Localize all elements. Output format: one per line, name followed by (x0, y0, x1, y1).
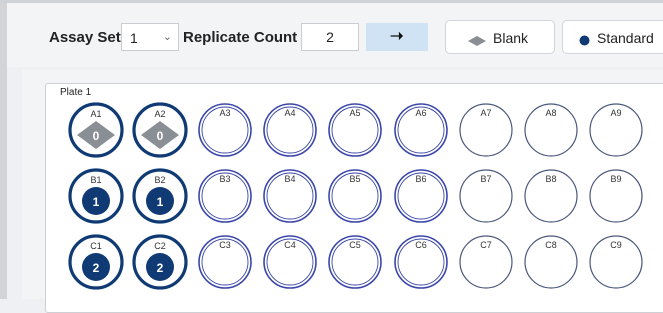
well-label: C7 (480, 240, 492, 250)
well-label: B3 (219, 174, 230, 184)
replicate-count-label: Replicate Count (183, 29, 298, 46)
well-value: 2 (157, 261, 164, 275)
assay-set-value: 1 (130, 30, 138, 46)
standard-label: Standard (597, 30, 654, 46)
well-c2[interactable]: C2 2 (132, 234, 188, 290)
well-label: A3 (219, 108, 230, 118)
well-value: 0 (157, 129, 164, 143)
well-label: C1 (90, 241, 102, 251)
well-value: 0 (93, 129, 100, 143)
chevron-down-icon: ⌄ (162, 31, 172, 43)
assay-set-select[interactable]: 1 ⌄ (121, 23, 179, 51)
well-label: C4 (284, 240, 296, 250)
well-label: A6 (415, 108, 426, 118)
well-label: B8 (545, 174, 556, 184)
well-label: B9 (610, 174, 621, 184)
well-value: 1 (93, 195, 100, 209)
window-frame-left (0, 0, 7, 299)
blank-label: Blank (493, 30, 529, 46)
well-label: C6 (415, 240, 427, 250)
well-a1[interactable]: A1 0 (68, 102, 124, 158)
well-label: A5 (349, 108, 360, 118)
replicate-count-input[interactable] (301, 23, 359, 51)
well-label: A8 (545, 108, 556, 118)
assay-set-label: Assay Set (49, 29, 121, 46)
well-label: B7 (480, 174, 491, 184)
well-label: C9 (610, 240, 622, 250)
well-label: B2 (154, 175, 165, 185)
right-arrow-icon: ➝ (390, 28, 404, 45)
well-label: A9 (610, 108, 621, 118)
standard-button[interactable]: Standard (562, 20, 663, 54)
well-a2[interactable]: A2 0 (132, 102, 188, 158)
well-label: A2 (154, 109, 165, 119)
well-b1[interactable]: B1 1 (68, 168, 124, 224)
well-label: B4 (284, 174, 295, 184)
well-b2[interactable]: B2 1 (132, 168, 188, 224)
blank-button[interactable]: Blank (445, 20, 555, 54)
well-label: C3 (219, 240, 231, 250)
well-label: A7 (480, 108, 491, 118)
well-label: B6 (415, 174, 426, 184)
well-value: 1 (157, 195, 164, 209)
circle-icon (579, 33, 590, 51)
well-label: A1 (90, 109, 101, 119)
well-label: C5 (349, 240, 361, 250)
well-label: C8 (545, 240, 557, 250)
well-c1[interactable]: C1 2 (68, 234, 124, 290)
well-label: C2 (154, 241, 166, 251)
diamond-icon (468, 33, 486, 51)
well-label: A4 (284, 108, 295, 118)
toolbar: Assay Set 1 ⌄ Replicate Count ➝ Blank St… (7, 3, 663, 67)
well-label: B1 (90, 175, 101, 185)
plate-title: Plate 1 (60, 87, 92, 98)
well-value: 2 (93, 261, 100, 275)
apply-replicates-button[interactable]: ➝ (366, 23, 428, 51)
well-label: B5 (349, 174, 360, 184)
